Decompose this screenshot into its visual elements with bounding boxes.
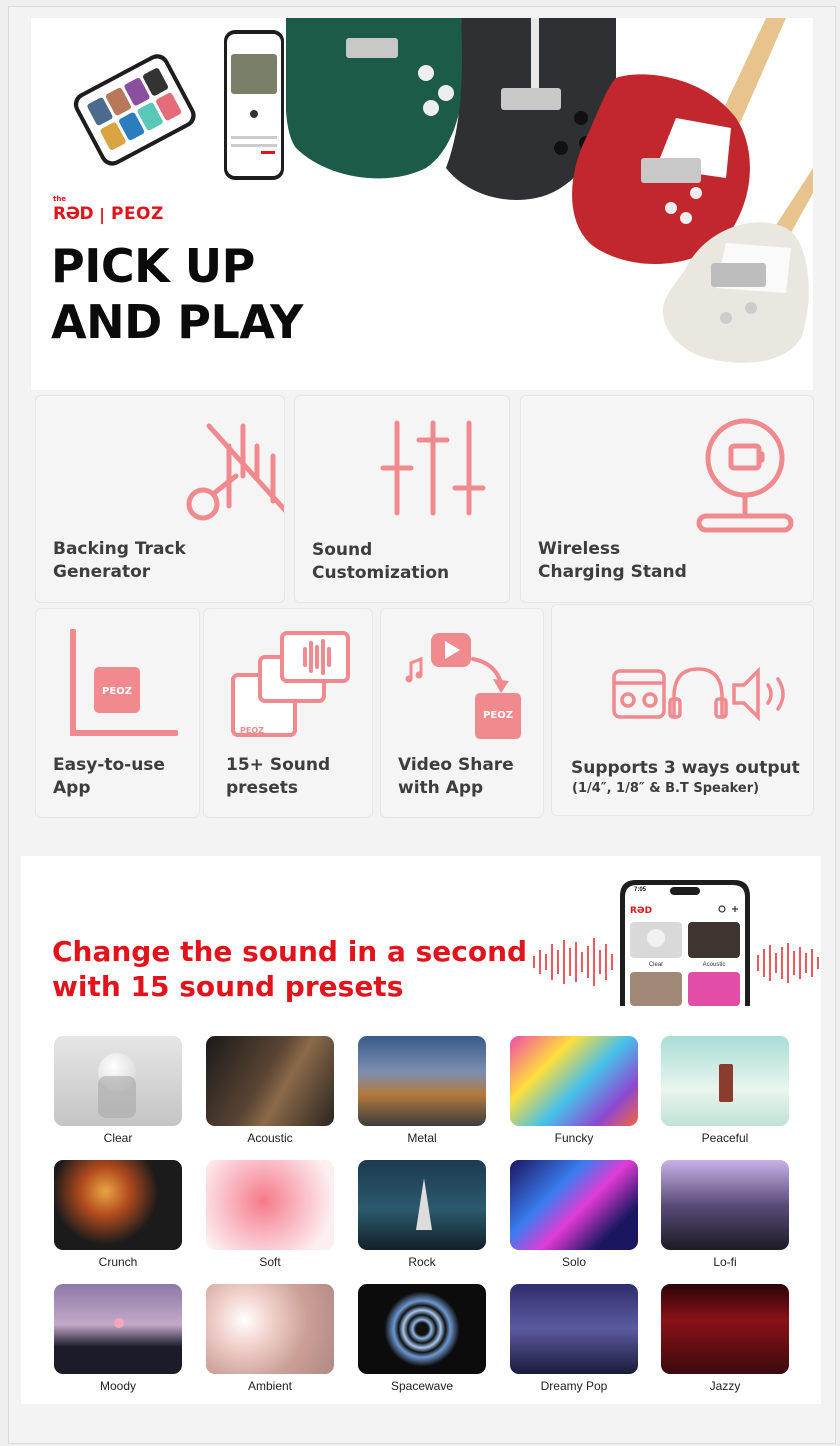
preset-image [54,1284,182,1374]
preset-image [206,1160,334,1250]
feature-label: 15+ Sound presets [226,755,331,798]
app-icon-text: PEOZ [102,686,132,697]
app-icon [70,629,178,736]
preset-dreamy-pop[interactable]: Dreamy Pop [510,1284,638,1393]
preset-label: Jazzy [709,1379,741,1393]
brand-red: RƏD [53,204,94,224]
brand-the: the [53,195,67,203]
preset-label: Spacewave [390,1379,454,1393]
preset-spacewave[interactable]: Spacewave [358,1284,486,1393]
feature-sublabel: (1/4″, 1/8″ & B.T Speaker) [572,781,760,796]
sound-presets-section: Change the sound in a second with 15 sou… [21,856,821,1404]
preset-funcky[interactable]: Funcky [510,1036,638,1145]
preset-label: Crunch [98,1255,138,1269]
phone-frame [620,880,750,1006]
preset-label: Solo [561,1255,587,1269]
sound-wave-right-icon [757,943,819,983]
preset-moody[interactable]: Moody [54,1284,182,1393]
feature-card-video-share: PEOZ Video Share with App [380,608,544,818]
output-icon [612,666,785,722]
app-phones-image [73,30,284,180]
preset-image [54,1036,182,1126]
charging-stand-icon [696,418,794,533]
preset-label: Rock [408,1255,436,1269]
preset-label: Lo-fi [713,1255,737,1269]
preset-solo[interactable]: Solo [510,1160,638,1269]
preset-image [358,1284,486,1374]
preset-image [358,1036,486,1126]
brand-logo: the RƏD | PEOZ [53,195,164,224]
feature-card-wireless-charging: Wireless Charging Stand [520,395,814,603]
feature-card-backing-track: Backing Track Generator [35,395,285,603]
preset-label: Funcky [554,1131,594,1145]
preset-image [206,1284,334,1374]
preset-peaceful[interactable]: Peaceful [661,1036,789,1145]
preset-image [510,1036,638,1126]
presets-icon [231,631,350,737]
preset-label: Acoustic [247,1131,293,1145]
feature-label: Wireless Charging Stand [538,539,687,582]
preset-image [358,1160,486,1250]
preset-image [510,1284,638,1374]
preset-image [661,1036,789,1126]
preset-label: Ambient [247,1379,293,1393]
presets-icon-text: PEOZ [240,726,264,735]
preset-image [206,1036,334,1126]
feature-card-sound-customization: Sound Customization [294,395,510,603]
guitars-image [286,18,813,363]
feature-label: Supports 3 ways output [571,758,800,778]
preset-image [661,1284,789,1374]
phone-tile-label: Clear [648,962,664,968]
preset-image [661,1160,789,1250]
feature-label: Video Share with App [398,755,514,798]
preset-lofi[interactable]: Lo-fi [661,1160,789,1269]
preset-label: Clear [103,1131,133,1145]
feature-label: Sound Customization [312,540,450,583]
preset-crunch[interactable]: Crunch [54,1160,182,1269]
preset-label: Soft [259,1255,281,1269]
hero-banner: the RƏD | PEOZ PICK UP AND PLAY [31,18,813,390]
preset-image [54,1160,182,1250]
preset-metal[interactable]: Metal [358,1036,486,1145]
feature-label: Backing Track Generator [53,539,186,582]
sound-section-title: Change the sound in a second with 15 sou… [52,935,528,1003]
brand-peoz: PEOZ [110,204,164,224]
preset-image [510,1160,638,1250]
preset-ambient[interactable]: Ambient [206,1284,334,1393]
preset-acoustic[interactable]: Acoustic [206,1036,334,1145]
video-share-icon-text: PEOZ [483,710,513,721]
preset-label: Metal [407,1131,437,1145]
feature-card-output: Supports 3 ways output (1/4″, 1/8″ & B.T… [551,604,814,816]
feature-card-easy-app: PEOZ Easy-to-use App [35,608,200,818]
app-phone-preview: 7:05 RƏD Clear Acoustic [618,878,752,1006]
brand-separator: | [99,205,105,224]
preset-label: Moody [99,1379,137,1393]
preset-soft[interactable]: Soft [206,1160,334,1269]
preset-label: Peaceful [701,1131,749,1145]
feature-label: Easy-to-use App [53,755,165,798]
preset-clear[interactable]: Clear [54,1036,182,1145]
sound-wave-left-icon [533,938,613,986]
phone-time: 7:05 [634,887,647,893]
guitar-no-track-icon [186,423,284,521]
feature-card-sound-presets: PEOZ 15+ Sound presets [203,608,373,818]
preset-label: Dreamy Pop [540,1379,608,1393]
phone-tile-label: Acoustic [702,962,726,968]
sliders-icon [380,420,486,516]
video-share-icon [405,633,521,739]
preset-rock[interactable]: Rock [358,1160,486,1269]
preset-jazzy[interactable]: Jazzy [661,1284,789,1393]
hero-headline: PICK UP AND PLAY [51,239,303,349]
phone-brand: RƏD [630,906,653,916]
